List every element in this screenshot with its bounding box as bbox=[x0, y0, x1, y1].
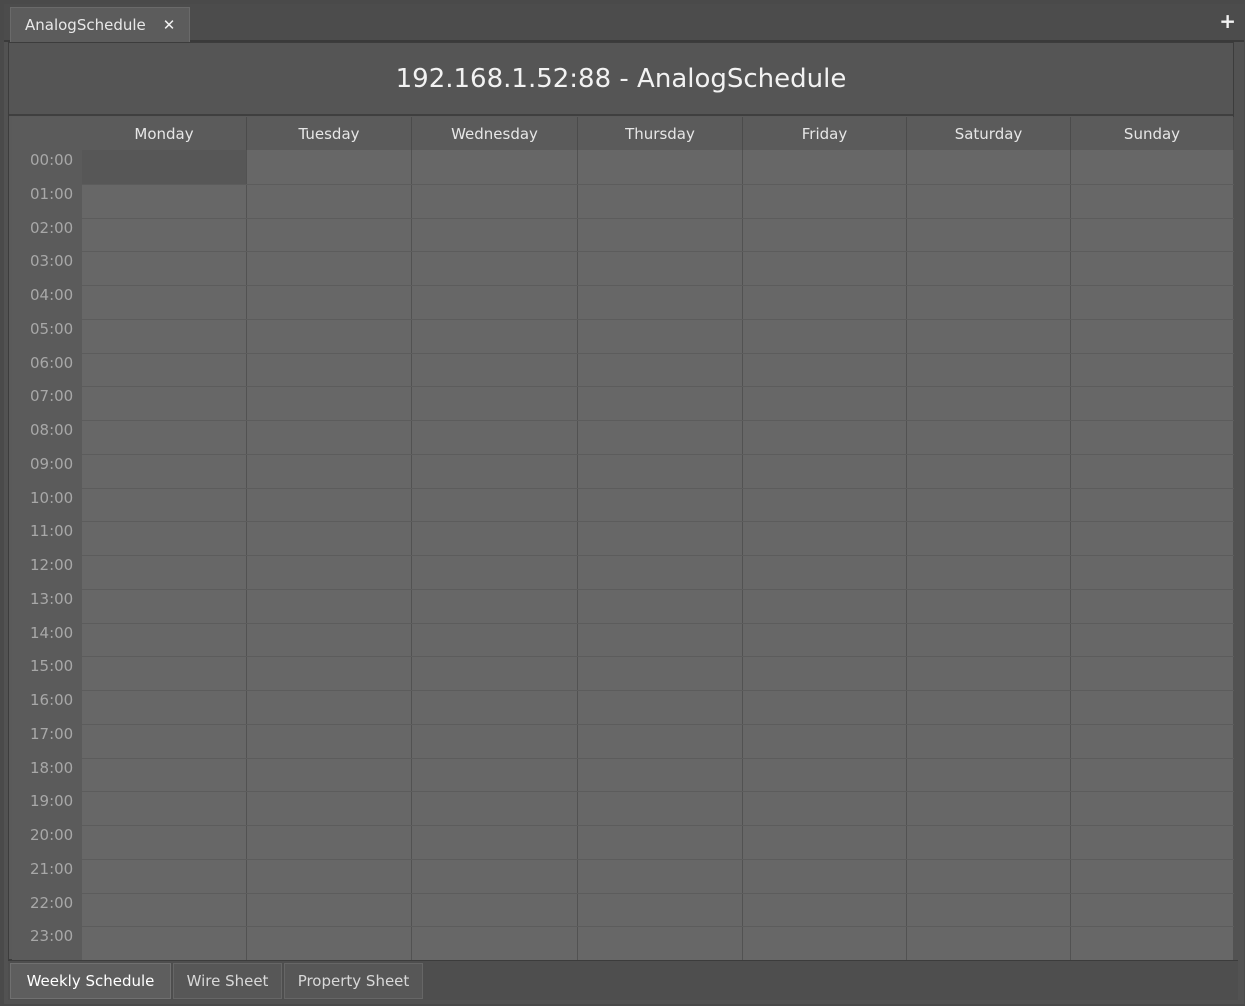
time-label: 18:00 bbox=[30, 758, 74, 777]
time-label: 05:00 bbox=[30, 319, 74, 338]
hour-gridline bbox=[82, 757, 1234, 759]
add-tab-icon[interactable]: + bbox=[1219, 11, 1236, 31]
hour-gridline bbox=[82, 858, 1234, 860]
day-header-thursday: Thursday bbox=[578, 117, 743, 150]
time-label: 21:00 bbox=[30, 859, 74, 878]
tab-label: AnalogSchedule bbox=[25, 16, 146, 34]
time-label: 23:00 bbox=[30, 927, 74, 946]
hour-gridline bbox=[82, 791, 1234, 793]
day-header-friday: Friday bbox=[743, 117, 907, 150]
hour-gridline bbox=[82, 487, 1234, 489]
hour-gridline bbox=[82, 386, 1234, 388]
hour-gridline bbox=[82, 183, 1234, 185]
view-tab-bar: Weekly Schedule Wire Sheet Property Sheet bbox=[8, 960, 1238, 1000]
hour-gridline bbox=[82, 251, 1234, 253]
document-tab-bar: AnalogSchedule ✕ + bbox=[4, 4, 1244, 42]
weekly-schedule-grid: 00:00 01:00 02:00 03:00 04:00 05:00 06:00 07:00… bbox=[12, 117, 1234, 960]
time-label: 02:00 bbox=[30, 218, 74, 237]
hour-gridline bbox=[82, 892, 1234, 894]
time-label: 03:00 bbox=[30, 252, 74, 271]
day-header-sunday: Sunday bbox=[1071, 117, 1234, 150]
hour-gridline bbox=[82, 420, 1234, 421]
tab-property-sheet[interactable]: Property Sheet bbox=[284, 963, 423, 999]
hour-gridline bbox=[82, 555, 1234, 556]
tab-weekly-schedule[interactable]: Weekly Schedule bbox=[10, 963, 171, 999]
time-label: 07:00 bbox=[30, 387, 74, 406]
hour-gridline bbox=[82, 622, 1234, 624]
time-label: 10:00 bbox=[30, 488, 74, 507]
hour-gridline bbox=[82, 285, 1234, 286]
tab-wire-sheet[interactable]: Wire Sheet bbox=[173, 963, 282, 999]
hour-gridline bbox=[82, 656, 1234, 658]
hour-gridline bbox=[82, 825, 1234, 826]
time-label: 19:00 bbox=[30, 792, 74, 811]
time-label: 00:00 bbox=[30, 151, 74, 169]
close-icon[interactable]: ✕ bbox=[163, 16, 176, 34]
time-label: 06:00 bbox=[30, 353, 74, 372]
page-title: 192.168.1.52:88 - AnalogSchedule bbox=[9, 43, 1233, 116]
schedule-window: AnalogSchedule ✕ + 192.168.1.52:88 - Ana… bbox=[4, 4, 1244, 1004]
hour-gridline bbox=[82, 521, 1234, 523]
hour-gridline bbox=[82, 723, 1234, 725]
hour-gridline bbox=[82, 588, 1234, 590]
time-column: 00:00 01:00 02:00 03:00 04:00 05:00 06:00 07:00… bbox=[12, 150, 82, 960]
hour-gridline bbox=[82, 352, 1234, 354]
time-label: 16:00 bbox=[30, 691, 74, 709]
time-label: 12:00 bbox=[30, 556, 74, 574]
day-header-tuesday: Tuesday bbox=[247, 117, 412, 150]
grid-corner bbox=[12, 117, 82, 150]
tab-analog-schedule[interactable]: AnalogSchedule ✕ bbox=[10, 7, 190, 42]
time-label: 01:00 bbox=[30, 184, 74, 203]
day-header-monday: Monday bbox=[82, 117, 247, 150]
selected-time-slot[interactable] bbox=[82, 150, 246, 184]
time-label: 04:00 bbox=[30, 286, 74, 304]
hour-gridline bbox=[82, 453, 1234, 455]
time-label: 08:00 bbox=[30, 421, 74, 439]
time-label: 13:00 bbox=[30, 589, 74, 608]
hour-gridline bbox=[82, 217, 1234, 219]
time-label: 20:00 bbox=[30, 826, 74, 844]
day-header-saturday: Saturday bbox=[907, 117, 1071, 150]
time-label: 09:00 bbox=[30, 454, 74, 473]
day-header-wednesday: Wednesday bbox=[412, 117, 578, 150]
hour-gridline bbox=[82, 690, 1234, 691]
hour-gridline bbox=[82, 318, 1234, 320]
hour-gridline bbox=[82, 926, 1234, 928]
time-label: 14:00 bbox=[30, 623, 74, 642]
time-label: 11:00 bbox=[30, 522, 74, 541]
schedule-panel: 192.168.1.52:88 - AnalogSchedule 00:00 01… bbox=[8, 42, 1234, 960]
time-label: 17:00 bbox=[30, 724, 74, 743]
time-label: 22:00 bbox=[30, 893, 74, 912]
time-label: 15:00 bbox=[30, 657, 74, 676]
